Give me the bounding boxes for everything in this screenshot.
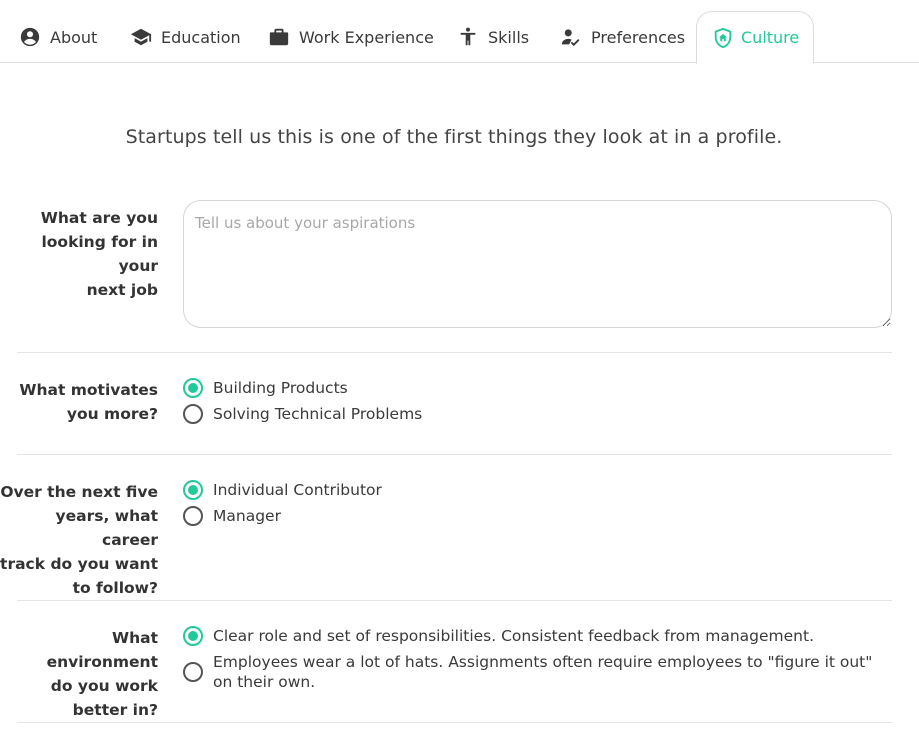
option-label: Clear role and set of responsibilities. …: [213, 627, 815, 645]
option-label: Employees wear a lot of hats. Assignment…: [213, 653, 873, 691]
option-label: Individual Contributor: [213, 481, 382, 499]
tab-label: About: [50, 27, 98, 47]
section-divider: [17, 600, 892, 601]
motivation-option-building-products[interactable]: Building Products: [183, 378, 873, 398]
aspirations-textarea[interactable]: [183, 200, 892, 328]
option-label: Building Products: [213, 379, 348, 397]
section-divider: [17, 454, 892, 455]
person-accessibility-icon: [456, 25, 480, 49]
tab-label: Work Experience: [299, 27, 434, 47]
tab-label: Skills: [488, 27, 530, 47]
radio-button[interactable]: [183, 404, 203, 424]
tab-label: Education: [161, 27, 241, 47]
shield-home-icon: [711, 26, 735, 50]
radio-button[interactable]: [183, 506, 203, 526]
section-divider: [17, 352, 892, 353]
career-option-manager[interactable]: Manager: [183, 506, 873, 526]
section-divider: [17, 722, 892, 723]
tab-culture[interactable]: Culture: [696, 11, 815, 64]
environment-option-clear-role[interactable]: Clear role and set of responsibilities. …: [183, 626, 873, 646]
radio-button[interactable]: [183, 480, 203, 500]
tab-preferences[interactable]: Preferences: [559, 11, 685, 63]
radio-button[interactable]: [183, 662, 203, 682]
aspirations-label: What are you looking for in your next jo…: [40, 209, 158, 299]
radio-button[interactable]: [183, 378, 203, 398]
tab-about[interactable]: About: [18, 11, 97, 63]
environment-label: What environment do you work better in?: [46, 629, 158, 719]
option-label: Manager: [213, 507, 281, 525]
radio-button[interactable]: [183, 626, 203, 646]
career-track-label: Over the next five years, what career tr…: [0, 483, 158, 597]
career-option-individual-contributor[interactable]: Individual Contributor: [183, 480, 873, 500]
option-label: Solving Technical Problems: [213, 405, 423, 423]
tab-skills[interactable]: Skills: [456, 11, 529, 63]
motivation-option-solving-technical-problems[interactable]: Solving Technical Problems: [183, 404, 873, 424]
tab-label: Culture: [741, 28, 800, 47]
tab-work-experience[interactable]: Work Experience: [267, 11, 434, 63]
tab-label: Preferences: [591, 27, 686, 47]
briefcase-icon: [267, 25, 291, 49]
motivation-label: What motivates you more?: [19, 381, 158, 423]
person-check-icon: [559, 25, 583, 49]
account-circle-icon: [18, 25, 42, 49]
graduation-cap-icon: [129, 25, 153, 49]
environment-option-many-hats[interactable]: Employees wear a lot of hats. Assignment…: [183, 652, 873, 692]
tab-education[interactable]: Education: [129, 11, 241, 63]
intro-text: Startups tell us this is one of the firs…: [125, 126, 783, 148]
profile-tabs: About Education Work Experience Skills P…: [0, 0, 919, 64]
